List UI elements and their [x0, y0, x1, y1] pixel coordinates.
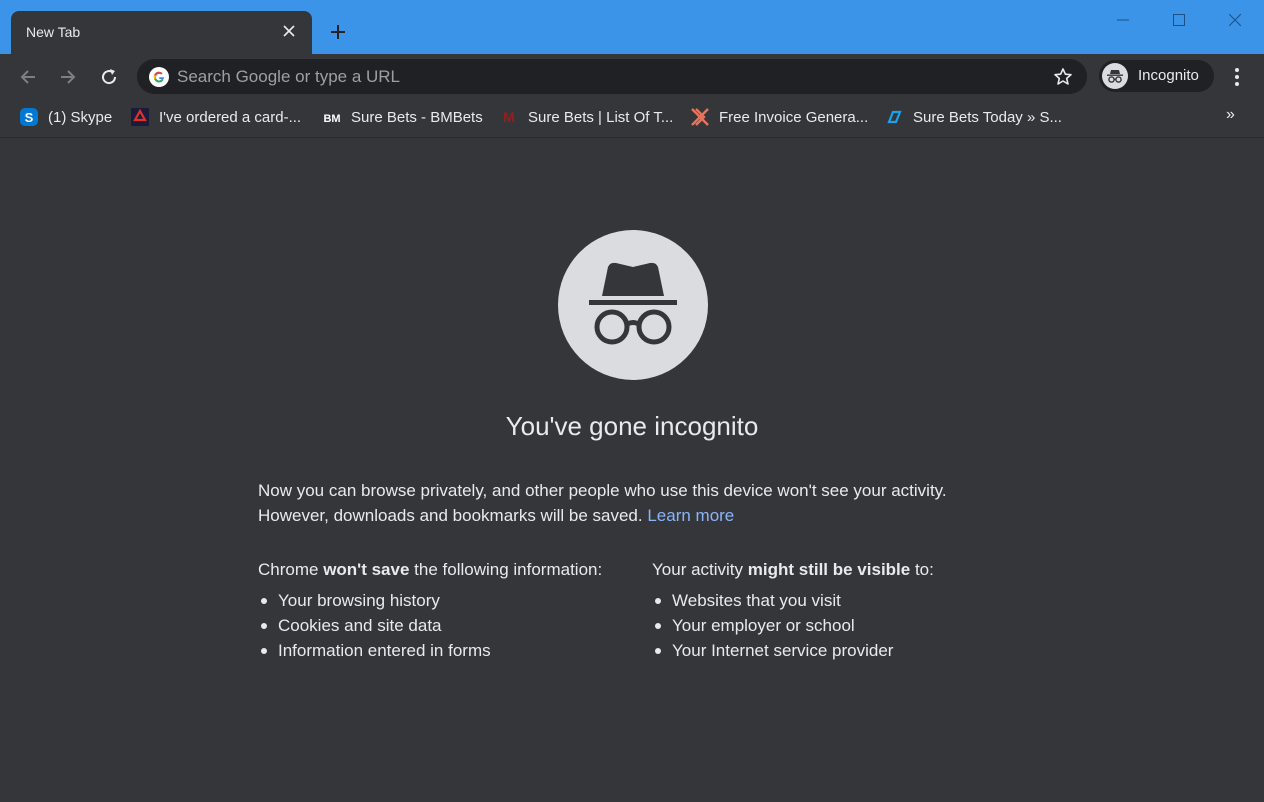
list-item: Cookies and site data: [258, 613, 638, 638]
list-item: Your browsing history: [258, 588, 638, 613]
minimize-icon[interactable]: [1094, 0, 1152, 40]
bookmark-item[interactable]: M Sure Bets | List Of T...: [499, 106, 673, 128]
bmbets-icon: BM: [322, 107, 342, 127]
bookmark-item[interactable]: Free Invoice Genera...: [690, 106, 868, 128]
bookmark-favicon: [884, 107, 904, 127]
tab-new-tab[interactable]: New Tab: [11, 11, 312, 54]
maximize-icon[interactable]: [1150, 0, 1208, 40]
bookmark-label: Sure Bets | List Of T...: [528, 108, 674, 126]
back-arrow-icon[interactable]: [13, 62, 43, 92]
title-bar: New Tab: [0, 0, 1264, 54]
still-visible-section: Your activity might still be visible to:…: [652, 558, 1032, 663]
bookmark-favicon: M: [499, 107, 519, 127]
incognito-icon: [1102, 63, 1128, 89]
bookmarks-bar: S (1) Skype I've ordered a card-... BM S…: [0, 100, 1264, 138]
svg-text:M: M: [503, 109, 515, 125]
toolbar: Incognito: [0, 54, 1264, 100]
bookmark-item[interactable]: I've ordered a card-...: [130, 106, 301, 128]
bookmark-label: I've ordered a card-...: [159, 108, 302, 126]
page-title: You've gone incognito: [505, 411, 759, 441]
list-item: Information entered in forms: [258, 638, 638, 663]
incognito-description: Now you can browse privately, and other …: [258, 478, 1018, 528]
wont-save-list: Your browsing history Cookies and site d…: [258, 588, 638, 663]
bookmark-label: Free Invoice Genera...: [719, 108, 869, 126]
incognito-icon: [558, 230, 708, 380]
omnibox[interactable]: [137, 59, 1087, 94]
chevron-more-bookmarks-icon[interactable]: »: [1226, 106, 1235, 124]
still-visible-list: Websites that you visit Your employer or…: [652, 588, 1032, 663]
description-line-1: Now you can browse privately, and other …: [258, 481, 947, 500]
profile-label: Incognito: [1138, 67, 1199, 84]
list-item: Your Internet service provider: [652, 638, 1032, 663]
incognito-page: You've gone incognito Now you can browse…: [0, 139, 1264, 802]
google-g-icon: [149, 67, 169, 87]
svg-text:S: S: [25, 110, 34, 125]
skype-icon: S: [19, 107, 39, 127]
bookmark-favicon: [130, 107, 150, 127]
list-item: Your employer or school: [652, 613, 1032, 638]
bookmark-label: Sure Bets Today » S...: [913, 108, 1062, 126]
tab-title: New Tab: [26, 24, 81, 40]
reload-icon[interactable]: [94, 62, 124, 92]
incognito-profile-button[interactable]: Incognito: [1099, 60, 1214, 92]
svg-text:BM: BM: [323, 113, 340, 125]
bookmark-item[interactable]: S (1) Skype: [19, 106, 112, 128]
plus-icon[interactable]: [324, 18, 352, 46]
invoice-icon: [690, 107, 710, 127]
bookmark-label: Sure Bets - BMBets: [351, 108, 483, 126]
bookmark-label: (1) Skype: [48, 108, 113, 126]
wont-save-section: Chrome won't save the following informat…: [258, 558, 638, 663]
star-icon[interactable]: [1052, 66, 1074, 88]
bookmark-item[interactable]: Sure Bets Today » S...: [884, 106, 1062, 128]
forward-arrow-icon[interactable]: [53, 62, 83, 92]
more-vert-icon[interactable]: [1226, 62, 1248, 92]
wont-save-heading: Chrome won't save the following informat…: [258, 560, 603, 579]
window-close-icon[interactable]: [1206, 0, 1264, 40]
close-icon[interactable]: [279, 21, 299, 41]
learn-more-link[interactable]: Learn more: [647, 506, 734, 525]
still-visible-heading: Your activity might still be visible to:: [652, 560, 934, 579]
address-bar-input[interactable]: [177, 59, 1037, 94]
bookmark-item[interactable]: BM Sure Bets - BMBets: [322, 106, 483, 128]
description-line-2: However, downloads and bookmarks will be…: [258, 506, 643, 525]
list-item: Websites that you visit: [652, 588, 1032, 613]
